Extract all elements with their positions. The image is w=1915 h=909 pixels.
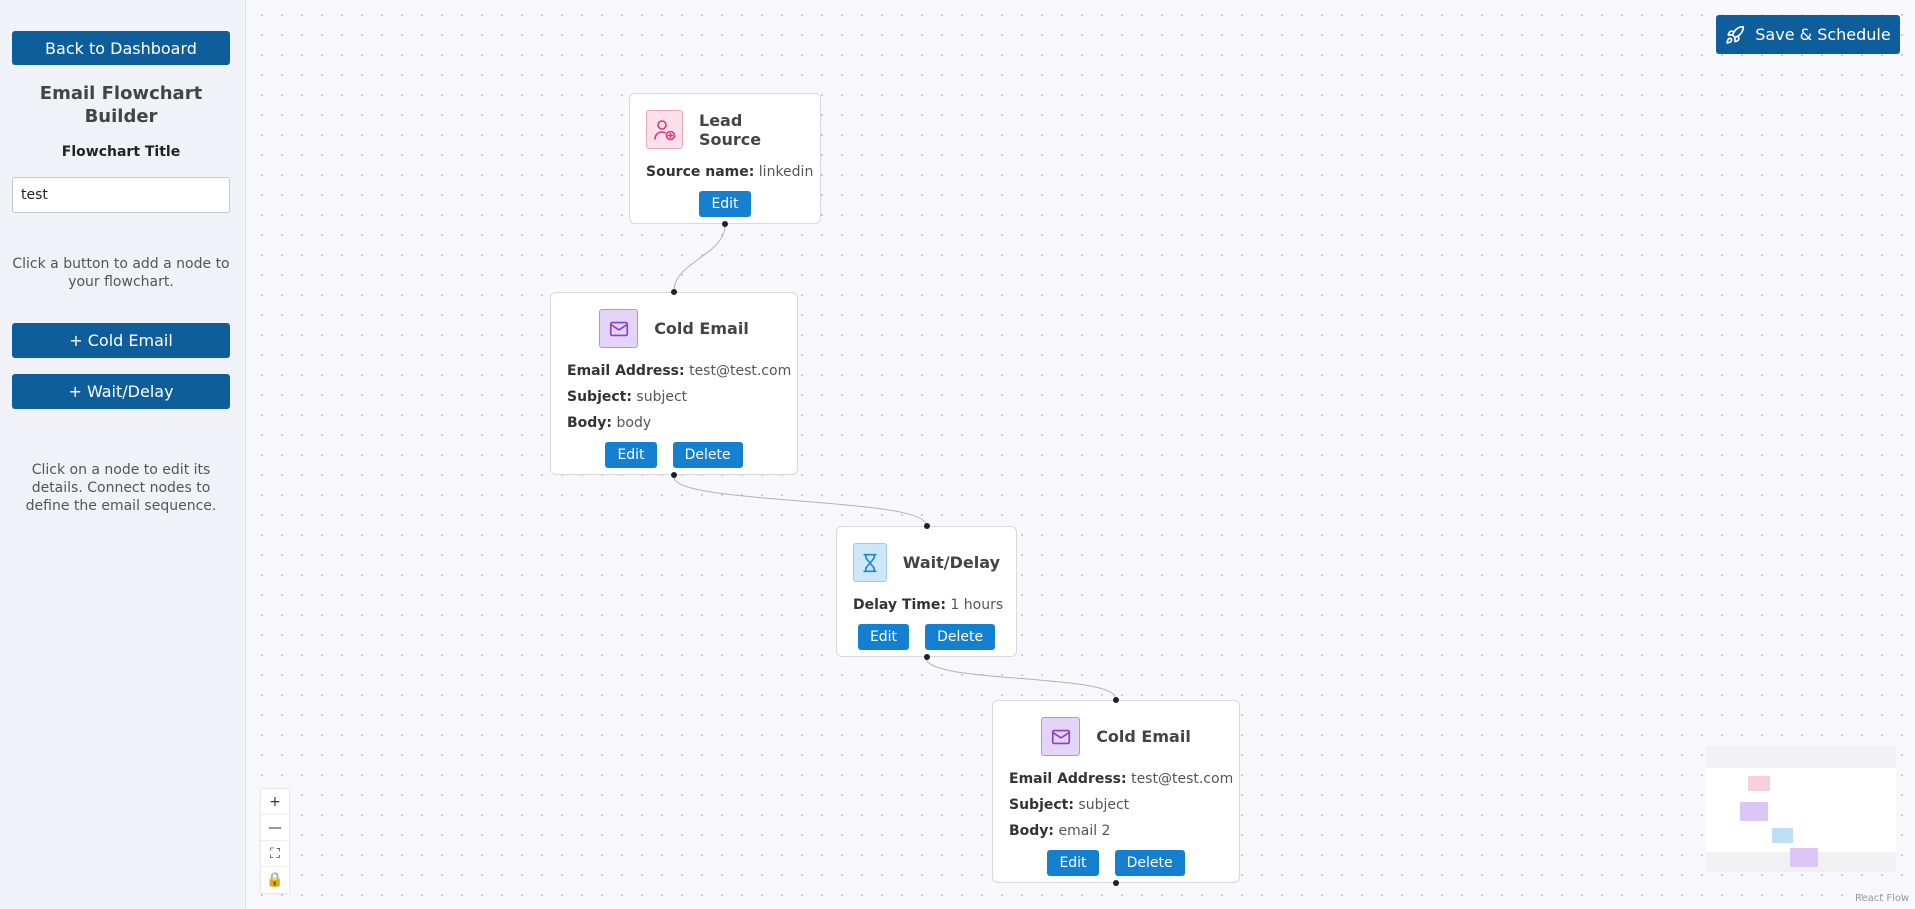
minimap-node-wait [1772, 828, 1793, 843]
lock-button[interactable]: 🔒 [261, 867, 289, 893]
subject-field: Subject: subject [567, 389, 688, 405]
source-handle[interactable] [722, 221, 728, 227]
minimap-node-lead [1748, 776, 1770, 791]
delete-button[interactable]: Delete [925, 624, 996, 650]
minimap[interactable] [1706, 746, 1896, 872]
subject-field: Subject: subject [1009, 797, 1130, 813]
user-add-icon [646, 110, 683, 149]
source-handle[interactable] [671, 472, 677, 478]
cold-email-node[interactable]: Cold Email Email Address: test@test.com … [550, 289, 798, 478]
node-title: Cold Email [654, 319, 749, 338]
zoom-controls: + — ⛶ 🔒 [261, 789, 289, 893]
source-handle[interactable] [923, 654, 930, 660]
add-node-help-text: Click a button to add a node to your flo… [12, 256, 230, 290]
back-to-dashboard-button[interactable]: Back to Dashboard [12, 31, 230, 65]
node-title: Lead Source [699, 110, 762, 149]
edit-button[interactable]: Edit [699, 191, 751, 217]
body-field: Body: body [567, 415, 652, 431]
email-address-field: Email Address: test@test.com [567, 363, 792, 379]
cold-email-node[interactable]: Cold Email Email Address: test@test.com … [992, 697, 1240, 886]
source-name-field: Source name: linkedin [646, 164, 814, 180]
rocket-icon [1726, 25, 1745, 44]
minimap-viewport [1706, 768, 1896, 867]
delete-button[interactable]: Delete [672, 442, 743, 468]
add-cold-email-button[interactable]: + Cold Email [12, 323, 230, 358]
email-address-field: Email Address: test@test.com [1009, 771, 1234, 787]
edit-button[interactable]: Edit [1047, 850, 1099, 876]
minimap-node-cold2 [1790, 848, 1818, 867]
sidebar: Back to Dashboard Email Flowchart Builde… [0, 0, 246, 909]
edit-button[interactable]: Edit [605, 442, 657, 468]
target-handle[interactable] [923, 523, 930, 529]
minimap-node-cold1 [1740, 802, 1768, 821]
hourglass-icon [853, 543, 887, 582]
flowchart-title-input[interactable] [12, 177, 230, 213]
lead-source-node[interactable]: Lead Source Source name: linkedin Edit [629, 93, 821, 227]
add-wait-delay-button[interactable]: + Wait/Delay [12, 374, 230, 409]
mail-icon [599, 309, 639, 348]
mail-icon [1041, 717, 1081, 756]
zoom-in-button[interactable]: + [261, 789, 289, 815]
delay-time-field: Delay Time: 1 hours [853, 597, 1004, 613]
target-handle[interactable] [671, 289, 677, 295]
fit-view-button[interactable]: ⛶ [261, 841, 289, 867]
save-schedule-button[interactable]: Save & Schedule [1716, 15, 1900, 54]
page-title: Email Flowchart Builder [39, 83, 203, 127]
zoom-out-button[interactable]: — [261, 815, 289, 841]
node-title: Cold Email [1096, 727, 1191, 746]
source-handle[interactable] [1113, 880, 1119, 886]
edit-button[interactable]: Edit [857, 624, 910, 650]
wait-delay-node[interactable]: Wait/Delay Delay Time: 1 hours Edit Dele… [836, 523, 1017, 660]
target-handle[interactable] [1113, 697, 1119, 703]
body-field: Body: email 2 [1009, 823, 1111, 839]
react-flow-attribution[interactable]: React Flow [1855, 893, 1909, 904]
edit-node-help-text: Click on a node to edit its details. Con… [25, 462, 217, 514]
delete-button[interactable]: Delete [1114, 850, 1185, 876]
flowchart-title-label: Flowchart Title [61, 144, 181, 160]
node-title: Wait/Delay [902, 553, 1000, 572]
save-schedule-label: Save & Schedule [1755, 25, 1891, 44]
